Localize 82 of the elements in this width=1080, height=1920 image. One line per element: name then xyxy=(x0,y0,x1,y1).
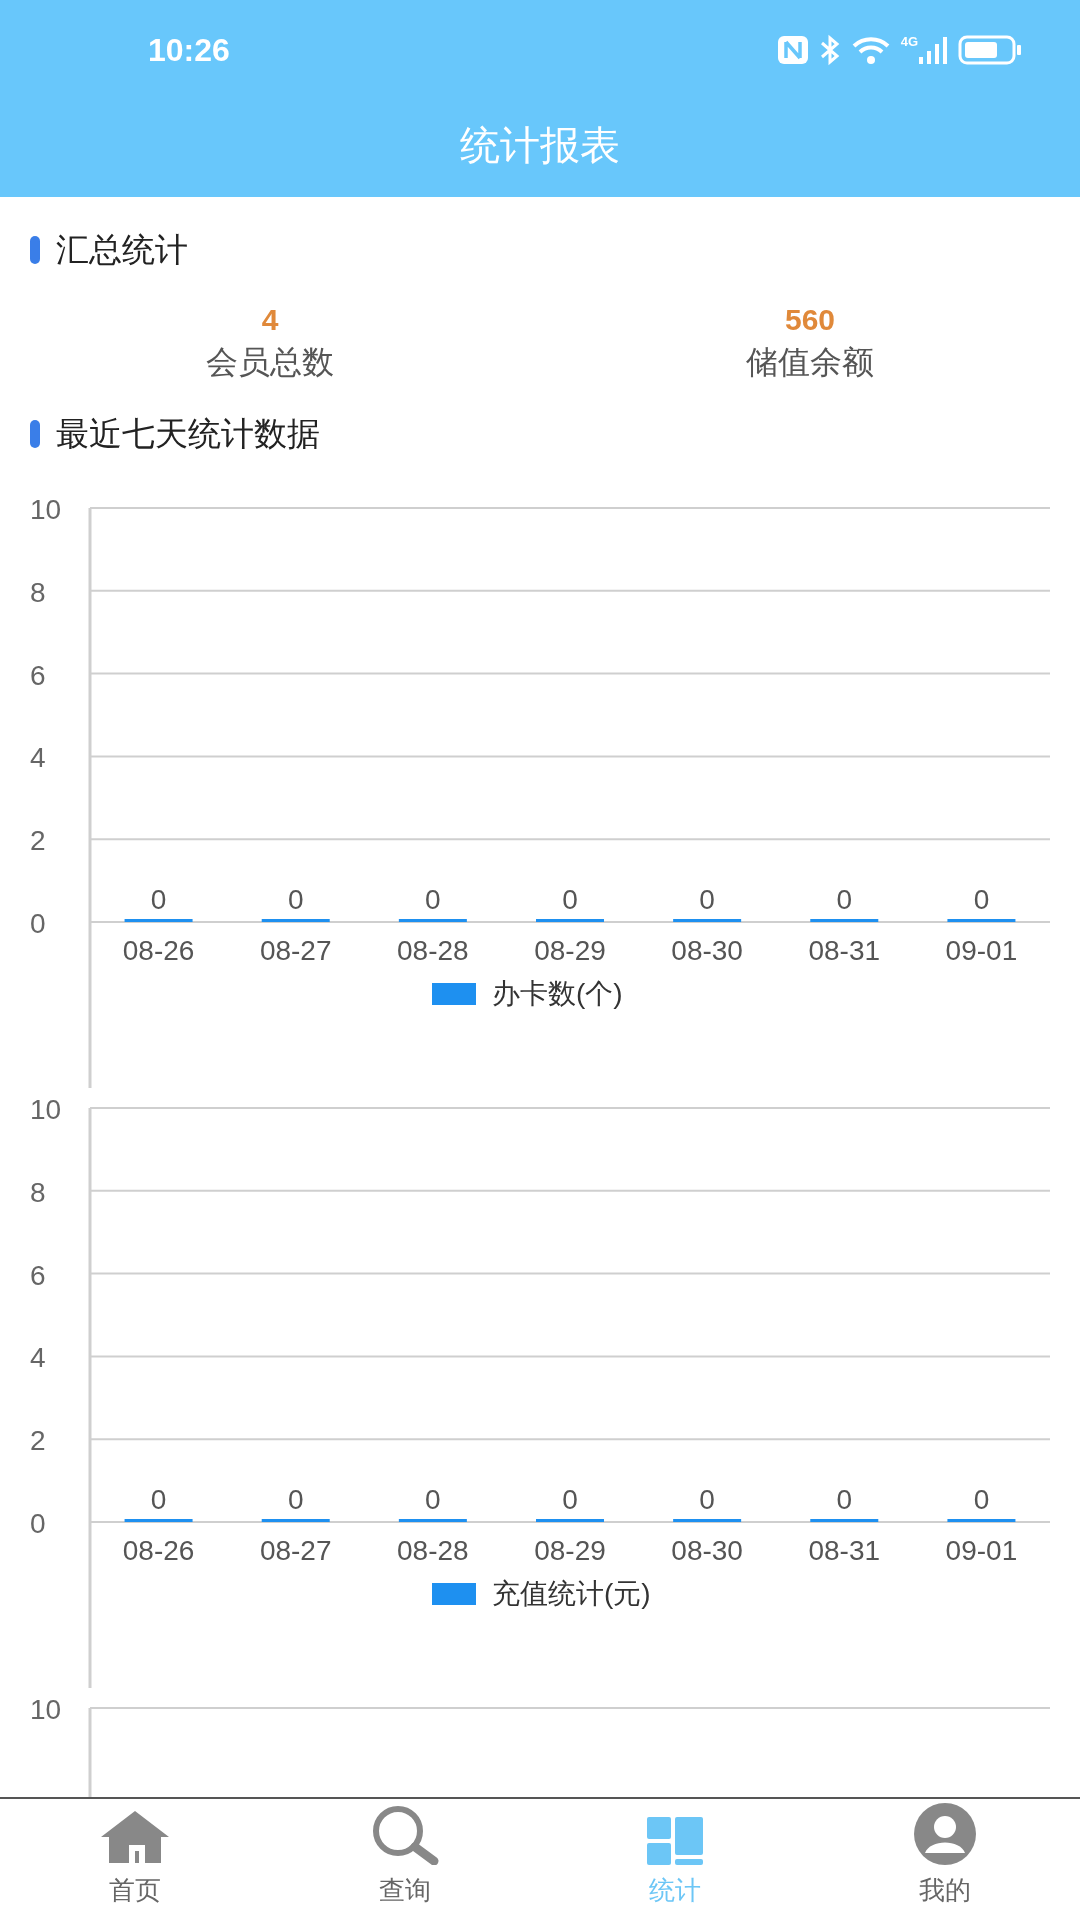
page-title: 统计报表 xyxy=(460,121,620,169)
x-tick-label: 08-26 xyxy=(122,935,195,966)
wifi-icon xyxy=(850,35,891,65)
legend-label: 办卡数(个) xyxy=(492,978,623,1009)
value-label: 0 xyxy=(699,1484,715,1515)
tab-item[interactable]: 首页 xyxy=(0,1799,270,1920)
accent-bar xyxy=(30,420,40,448)
accent-bar xyxy=(30,236,40,264)
y-tick-label: 2 xyxy=(30,825,46,857)
bluetooth-icon xyxy=(818,34,841,66)
y-tick-label: 0 xyxy=(30,1508,46,1539)
bar xyxy=(673,1519,742,1522)
stat-value: 4 xyxy=(261,302,279,338)
legend-swatch xyxy=(432,983,476,1005)
x-tick-label: 08-31 xyxy=(808,935,881,966)
signal-icon xyxy=(918,35,948,65)
stat-value: 560 xyxy=(784,302,836,338)
value-label: 0 xyxy=(287,1484,304,1515)
bar xyxy=(124,919,193,922)
stat-label: 会员总数 xyxy=(206,343,334,382)
y-tick-label: 6 xyxy=(30,659,46,691)
bar xyxy=(947,1519,1016,1522)
stat-label: 储值余额 xyxy=(746,343,874,382)
bar xyxy=(124,1519,193,1522)
bar xyxy=(536,919,604,922)
bar xyxy=(810,919,879,922)
grid-icon xyxy=(647,1817,703,1865)
x-tick-label: 08-31 xyxy=(808,1535,881,1566)
value-label: 0 xyxy=(973,884,990,915)
bar xyxy=(261,1519,330,1522)
x-tick-label: 08-27 xyxy=(259,1535,332,1566)
value-label: 0 xyxy=(425,1484,441,1515)
bar xyxy=(810,1519,879,1522)
y-tick-label: 4 xyxy=(30,742,46,774)
avatar-icon xyxy=(914,1803,976,1865)
x-tick-label: 08-29 xyxy=(534,935,606,966)
value-label: 0 xyxy=(287,884,304,915)
y-tick-label: 10 xyxy=(30,494,62,525)
x-tick-label: 09-01 xyxy=(945,1535,1018,1566)
y-tick-label: 2 xyxy=(30,1425,46,1457)
legend-label: 充值统计(元) xyxy=(492,1578,651,1609)
bar xyxy=(947,919,1016,922)
value-label: 0 xyxy=(562,884,578,915)
x-tick-label: 08-30 xyxy=(671,935,743,966)
value-label: 0 xyxy=(425,884,441,915)
x-tick-label: 08-28 xyxy=(397,935,469,966)
network-type: 4G xyxy=(900,35,918,48)
search-icon xyxy=(370,1805,440,1865)
y-tick-label: 8 xyxy=(30,1176,46,1208)
y-tick-label: 0 xyxy=(30,908,46,939)
value-label: 0 xyxy=(562,1484,578,1515)
value-label: 0 xyxy=(973,1484,990,1515)
value-label: 0 xyxy=(836,1484,853,1515)
bar xyxy=(398,1519,467,1522)
x-tick-label: 08-29 xyxy=(534,1535,606,1566)
home-icon xyxy=(99,1809,171,1865)
x-tick-label: 08-26 xyxy=(122,1535,195,1566)
status-time: 10:26 xyxy=(148,31,230,70)
y-tick-label: 6 xyxy=(30,1259,46,1291)
y-tick-label: 10 xyxy=(30,1694,62,1725)
tab-item[interactable]: 我的 xyxy=(810,1799,1080,1920)
x-tick-label: 08-30 xyxy=(671,1535,743,1566)
value-label: 0 xyxy=(836,884,853,915)
value-label: 0 xyxy=(150,1484,167,1515)
bar xyxy=(673,919,742,922)
y-tick-label: 10 xyxy=(30,1094,62,1125)
tab-item[interactable]: 查询 xyxy=(270,1799,540,1920)
x-tick-label: 09-01 xyxy=(945,935,1018,966)
bar xyxy=(536,1519,604,1522)
x-tick-label: 08-27 xyxy=(259,935,332,966)
bar xyxy=(261,919,330,922)
section-title: 汇总统计 xyxy=(56,230,188,271)
legend-swatch xyxy=(432,1583,476,1605)
value-label: 0 xyxy=(699,884,715,915)
x-tick-label: 08-28 xyxy=(397,1535,469,1566)
bar xyxy=(398,919,467,922)
nfc-icon xyxy=(776,35,809,65)
section-title: 最近七天统计数据 xyxy=(56,414,320,455)
value-label: 0 xyxy=(150,884,167,915)
battery-icon xyxy=(958,35,1022,65)
y-tick-label: 4 xyxy=(30,1342,46,1374)
y-tick-label: 8 xyxy=(30,576,46,608)
